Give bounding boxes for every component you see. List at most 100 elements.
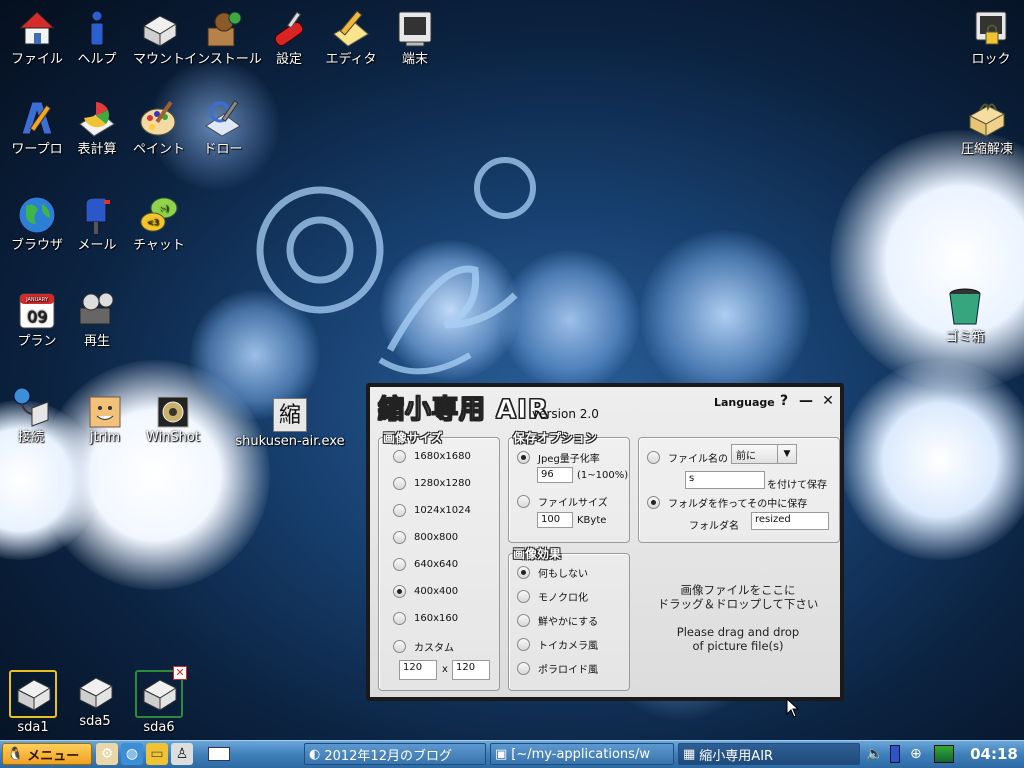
chevron-down-icon[interactable]: ▼ [777,445,796,463]
taskbar: 🐧 メニュー ⚙ ◍ ▭ ♙ ◐ 2012年12月のブログ ▣ [~/my-ap… [0,740,1024,768]
mouse-cursor-icon [786,698,800,718]
drop-area-jp[interactable]: 画像ファイルをここに ドラッグ＆ドロップして下さい [638,583,838,611]
shukusen-air-window[interactable]: 縮小専用 AIR version 2.0 Language ? — ✕ 画像サイ… [366,383,844,701]
bokeh-light [40,360,270,590]
help-button[interactable]: ? [776,393,792,409]
trash-bin-icon [944,286,986,328]
size-option-640[interactable]: 640x640 [393,558,458,571]
bokeh-light [840,360,1024,560]
radio-icon[interactable] [517,638,530,651]
task-terminal[interactable]: ▣ [~/my-applications/w [490,743,674,765]
film-reel-icon [76,290,118,332]
desktop-icon-shukusen-air[interactable]: 縮 shukusen-air.exe [226,398,354,449]
calendar-day: 09 [27,307,47,326]
radio-icon[interactable] [647,451,660,464]
desktop-icon-archive[interactable]: 圧縮解凍 [948,98,1024,157]
size-option-800[interactable]: 800x800 [393,531,458,544]
radio-icon[interactable] [393,612,406,625]
radio-icon[interactable] [393,477,406,490]
tray-cpu-icon[interactable] [934,743,958,765]
filesize-option[interactable]: ファイルサイズ [517,494,608,509]
desktop-icon-winshot[interactable]: WinShot [134,396,212,445]
spreadsheet-chart-icon [76,98,118,140]
radio-icon[interactable] [393,531,406,544]
effect-option-vivid[interactable]: 鮮やかにする [517,613,598,628]
radio-icon[interactable] [393,640,406,653]
battery-icon[interactable] [890,743,904,765]
app-icon: ▦ [683,746,696,762]
jpeg-quality-option[interactable]: Jpeg量子化率 [517,450,600,465]
radio-icon[interactable] [517,566,530,579]
clock[interactable]: 04:18 [966,743,1022,765]
size-option-1280[interactable]: 1280x1280 [393,477,471,490]
desktop-icon-trash[interactable]: ゴミ箱 [926,286,1004,345]
task-shukusen-air[interactable]: ▦ 縮小専用AIR [678,743,860,765]
desktop-icon-terminal[interactable]: 端末 [376,8,454,67]
bokeh-light [500,250,640,390]
size-option-custom[interactable]: カスタム [393,639,454,654]
size-option-160[interactable]: 160x160 [393,612,458,625]
position-select[interactable]: 前に ▼ [731,444,797,464]
save-options-group: 保存オプション Jpeg量子化率 96 (1~100%) ファイルサイズ 100… [508,431,630,543]
unmount-x-icon[interactable]: ✕ [173,666,187,680]
desktop-icon-connect[interactable]: 接続 [0,386,70,445]
radio-icon[interactable] [393,585,406,598]
globe-icon [16,194,58,236]
language-button[interactable]: Language [714,396,775,409]
word-processor-icon [16,98,58,140]
calendar-icon: JANUARY 09 [16,290,58,332]
effect-option-mono[interactable]: モノクロ化 [517,589,588,604]
info-icon [76,8,118,50]
quicklaunch-browser-icon[interactable]: ◍ [121,743,143,765]
task-blog[interactable]: ◐ 2012年12月のブログ [304,743,486,765]
quicklaunch-folder-icon[interactable]: ▭ [146,743,168,765]
network-icon[interactable]: ⊕ [910,743,930,765]
image-effect-title: 画像効果 [513,547,562,561]
start-menu-button[interactable]: 🐧 メニュー [2,743,92,765]
calendar-month: JANUARY [25,297,49,303]
filesize-input[interactable]: 100 [537,512,573,528]
desktop-icon-draw[interactable]: ドロー [184,98,262,157]
effect-option-toycamera[interactable]: トイカメラ風 [517,637,598,652]
desktop-icon-sda6[interactable]: ✕ sda6 [120,666,198,735]
desktop-icon-jtrim[interactable]: jtrim [66,396,144,445]
radio-icon[interactable] [647,496,660,509]
size-option-1680[interactable]: 1680x1680 [393,450,471,463]
home-icon [16,8,58,50]
custom-width-input[interactable]: 120 [399,660,437,680]
radio-icon[interactable] [517,590,530,603]
desktop-icon-chat[interactable]: :-) <3 チャット [120,194,198,253]
lock-monitor-icon [970,8,1012,50]
radio-icon[interactable] [517,614,530,627]
radio-icon[interactable] [393,450,406,463]
filesize-unit: KByte [577,515,607,526]
desktop-icon-player[interactable]: 再生 [58,290,136,349]
quicklaunch-settings-icon[interactable]: ⚙ [96,743,118,765]
desktop: ファイル ヘルプ マウント インストール 設定 エディタ 端末 ワープロ 表計算… [0,0,1024,740]
folder-name-label: フォルダ名 [689,521,739,532]
folder-name-input[interactable]: resized [751,512,829,530]
folder-save-option[interactable]: フォルダを作ってその中に保存 [647,495,807,510]
volume-icon[interactable]: 🔈 [866,743,884,765]
radio-icon[interactable] [393,504,406,517]
minimize-button[interactable]: — [798,393,814,409]
effect-option-polaroid[interactable]: ポラロイド風 [517,661,598,676]
drop-area-en[interactable]: Please drag and drop of picture file(s) [638,625,838,653]
bokeh-light [640,230,810,400]
suffix-input[interactable]: s [685,471,765,489]
radio-icon[interactable] [517,495,530,508]
radio-icon[interactable] [393,558,406,571]
desktop-icon-lock[interactable]: ロック [952,8,1024,67]
custom-height-input[interactable]: 120 [452,660,490,680]
package-monkey-icon [202,8,244,50]
quicklaunch-penguin-icon[interactable]: ♙ [171,743,193,765]
radio-icon[interactable] [517,451,530,464]
jpeg-quality-input[interactable]: 96 [537,467,573,483]
desktop-pager[interactable] [208,743,232,765]
close-button[interactable]: ✕ [820,393,836,409]
effect-option-none[interactable]: 何もしない [517,565,588,580]
filename-prefix-option[interactable]: ファイル名の [647,450,728,465]
size-option-1024[interactable]: 1024x1024 [393,504,471,517]
size-option-400[interactable]: 400x400 [393,585,458,598]
radio-icon[interactable] [517,662,530,675]
